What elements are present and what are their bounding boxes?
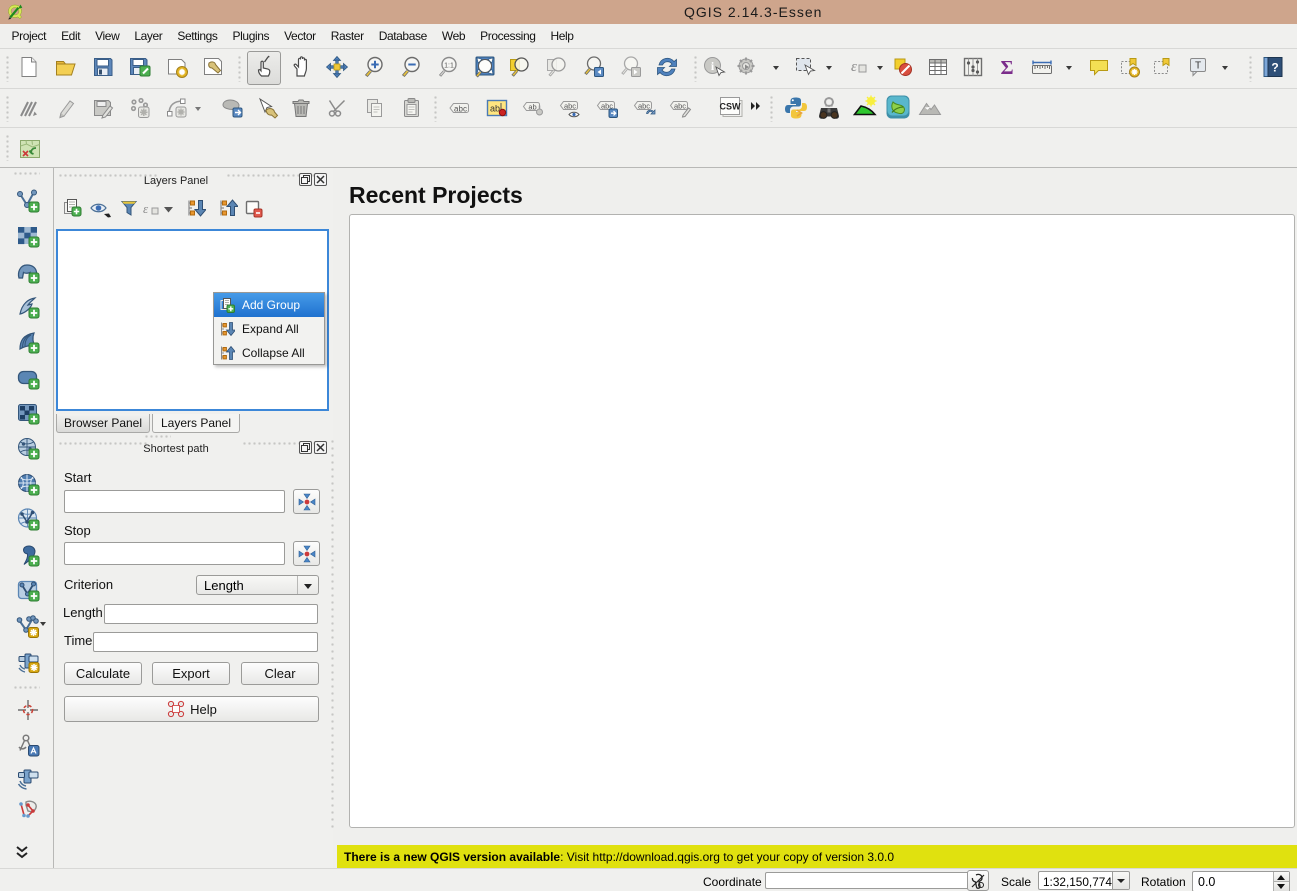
svg-text:ε: ε <box>143 201 149 216</box>
svg-text:T: T <box>1195 61 1201 72</box>
svg-text:abc: abc <box>674 102 686 111</box>
svg-text:ab: ab <box>528 103 536 112</box>
svg-text:abc: abc <box>638 102 650 111</box>
svg-text:?: ? <box>1271 61 1278 75</box>
svg-text:1:1: 1:1 <box>444 63 454 70</box>
svg-text:abc: abc <box>454 105 467 114</box>
svg-text:ε: ε <box>851 59 857 75</box>
svg-text:abc: abc <box>564 102 576 111</box>
svg-text:CSW: CSW <box>720 102 742 112</box>
svg-text:Σ: Σ <box>1000 57 1013 79</box>
svg-text:ab: ab <box>490 104 500 114</box>
